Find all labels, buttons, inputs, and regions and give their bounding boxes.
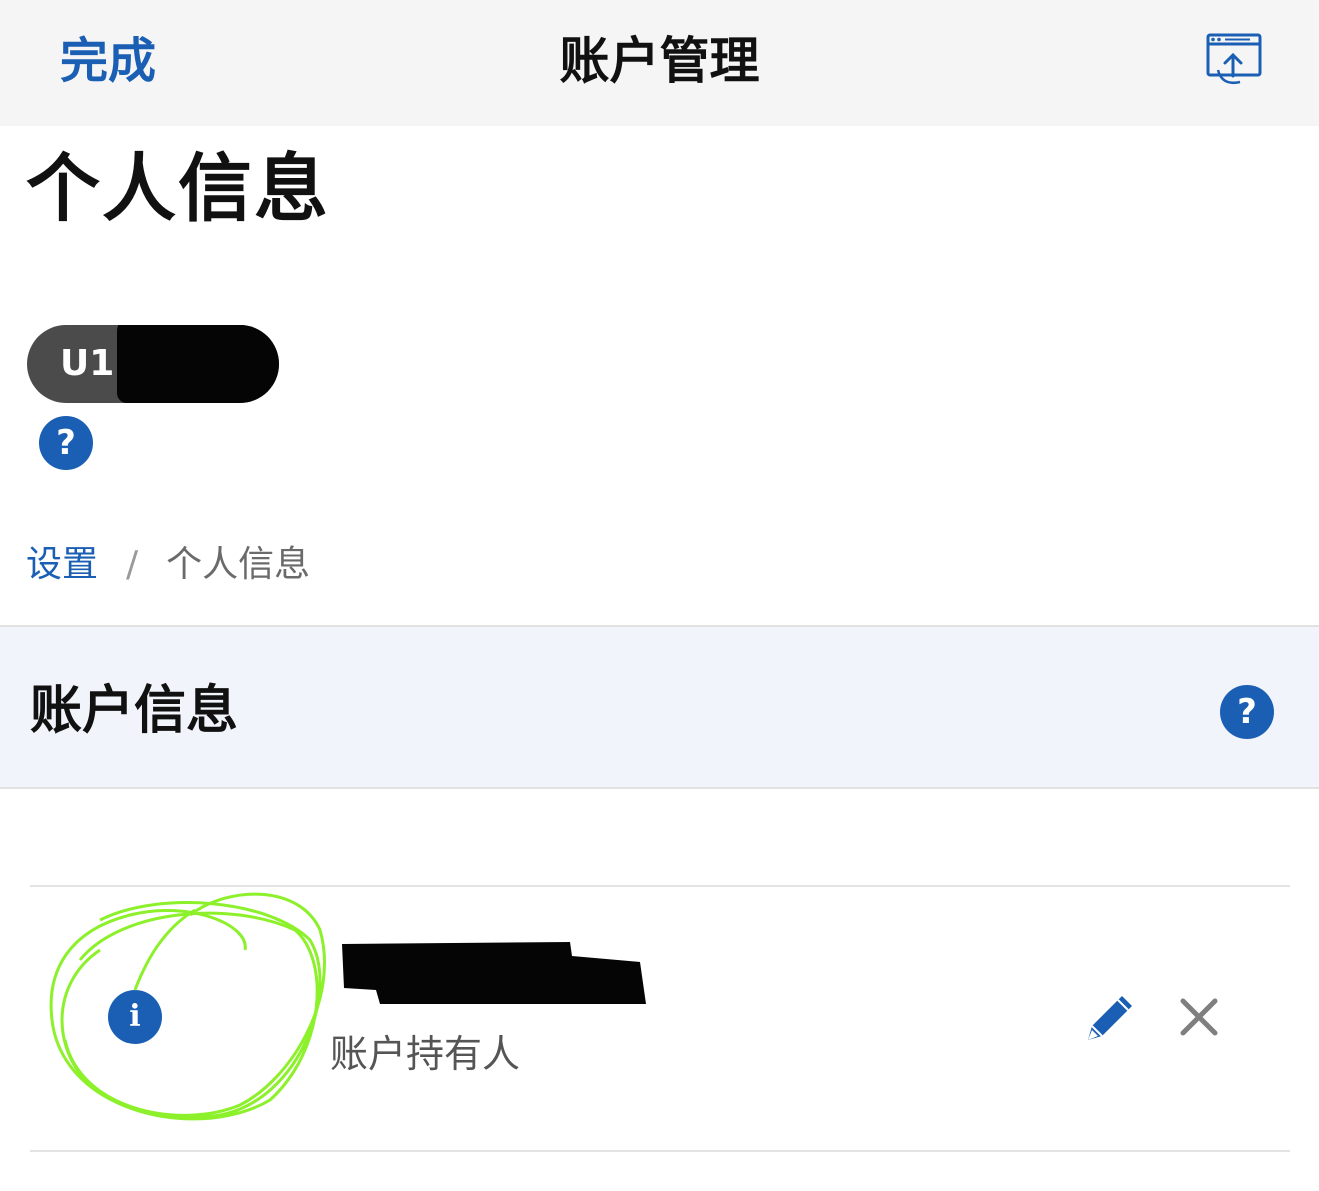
redaction-mark: [117, 325, 279, 403]
share-window-icon[interactable]: [1200, 28, 1266, 90]
breadcrumb-link-settings[interactable]: 设置: [26, 544, 98, 585]
annotation-scribble: [49, 892, 326, 1121]
section-title: 账户信息: [30, 681, 239, 741]
section-help-icon[interactable]: ?: [1220, 685, 1274, 739]
redaction-mark: [342, 942, 646, 1004]
section-header: 账户信息 ?: [0, 627, 1319, 788]
account-id-label: U1: [60, 343, 115, 384]
top-navigation-bar: 完成 账户管理: [0, 0, 1319, 126]
close-icon[interactable]: [1178, 996, 1220, 1038]
info-icon[interactable]: i: [108, 990, 162, 1044]
page-title: 个人信息: [26, 146, 330, 232]
breadcrumb: 设置 / 个人信息: [26, 538, 310, 592]
nav-title: 账户管理: [559, 32, 760, 90]
account-holder-label: 账户持有人: [330, 1032, 521, 1076]
help-icon[interactable]: ?: [39, 416, 93, 470]
divider: [0, 787, 1319, 789]
breadcrumb-current: 个人信息: [166, 544, 311, 585]
row-divider: [30, 885, 1290, 887]
pencil-icon[interactable]: [1080, 988, 1140, 1048]
account-id-pill: U1: [27, 325, 279, 403]
breadcrumb-separator: /: [126, 544, 139, 585]
row-divider: [30, 1150, 1290, 1152]
